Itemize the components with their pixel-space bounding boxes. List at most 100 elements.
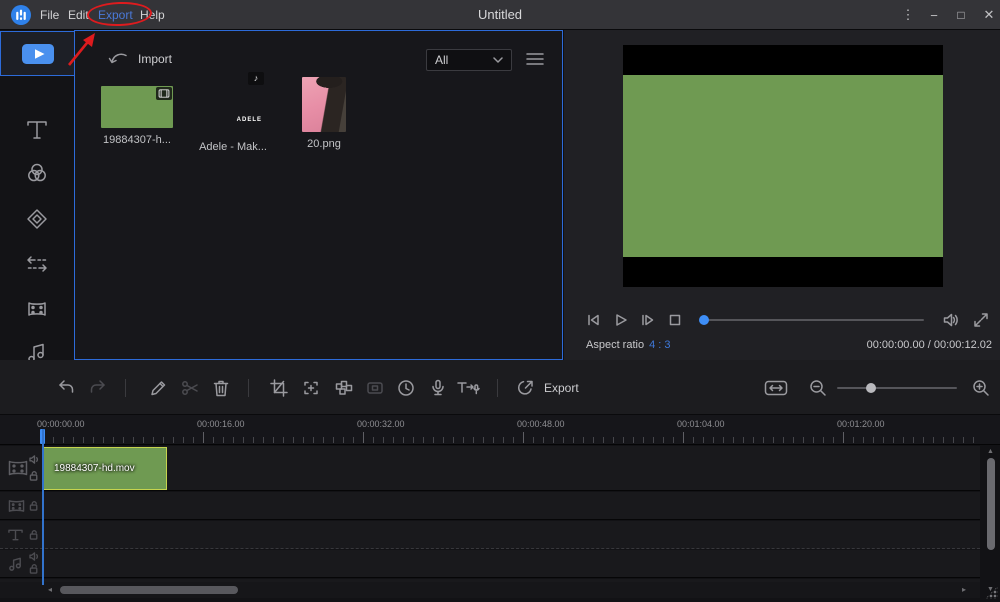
zoom-frame-button[interactable]	[298, 375, 324, 401]
vertical-scroll-thumb[interactable]	[987, 458, 995, 550]
voiceover-button[interactable]	[425, 375, 451, 401]
timeline-ruler[interactable]: 00:00:00.00 00:00:16.00 00:00:32.00 00:0…	[0, 415, 1000, 445]
next-frame-icon	[638, 311, 656, 329]
sidebar-tab-transitions[interactable]	[0, 242, 74, 286]
preview-canvas	[623, 45, 943, 287]
seek-handle[interactable]	[699, 315, 709, 325]
freeze-frame-icon	[365, 378, 385, 398]
zoom-in-button[interactable]	[968, 375, 994, 401]
media-item-audio[interactable]: ADELE ♪ Adele - Mak...	[201, 71, 265, 135]
minimize-button[interactable]: −	[925, 0, 943, 30]
lock-track-icon[interactable]	[29, 501, 40, 511]
playhead-line[interactable]	[42, 429, 44, 585]
play-icon	[611, 311, 629, 329]
timeline-zoom-handle[interactable]	[866, 383, 876, 393]
ruler-label: 00:00:16.00	[197, 419, 245, 429]
import-button[interactable]: Import	[107, 51, 172, 67]
mute-track-icon[interactable]	[29, 455, 40, 464]
undo-button[interactable]	[53, 375, 79, 401]
delete-button[interactable]	[208, 375, 234, 401]
menu-file[interactable]: File	[40, 8, 59, 22]
lock-track-icon[interactable]	[29, 471, 40, 481]
filters-icon	[24, 160, 50, 186]
ruler-label: 00:00:00.00	[37, 419, 85, 429]
fullscreen-button[interactable]	[970, 309, 992, 331]
elements-icon	[24, 296, 50, 322]
duration-button[interactable]	[393, 375, 419, 401]
media-item-image[interactable]: 20.png	[302, 77, 346, 132]
redo-button[interactable]	[85, 375, 111, 401]
video-editor-window: File Edit Export Help Untitled ⋮ − □ ✕	[0, 0, 1000, 602]
scroll-up-arrow[interactable]: ▲	[987, 448, 994, 455]
menu-help[interactable]: Help	[140, 8, 165, 22]
previous-frame-icon	[584, 311, 602, 329]
aspect-ratio-value[interactable]: 4 : 3	[649, 339, 670, 351]
text-to-speech-button[interactable]	[455, 375, 481, 401]
crop-button[interactable]	[266, 375, 292, 401]
toolbar-divider	[497, 379, 498, 397]
scroll-right-arrow[interactable]: ▸	[962, 585, 966, 594]
media-item-video[interactable]: 19884307-h...	[101, 86, 173, 128]
document-title: Untitled	[478, 7, 522, 22]
media-library-panel: Import All 19884307-h... ADELE ♪ Adele -…	[74, 30, 563, 360]
scroll-left-arrow[interactable]: ◂	[48, 585, 52, 594]
chevron-down-icon	[493, 57, 503, 63]
ruler-label: 00:01:04.00	[677, 419, 725, 429]
list-view-icon	[526, 52, 544, 66]
mosaic-icon	[334, 378, 354, 398]
stop-icon	[666, 311, 684, 329]
app-logo-icon	[11, 5, 31, 25]
freeze-frame-button[interactable]	[362, 375, 388, 401]
transport-controls	[564, 306, 1000, 336]
close-button[interactable]: ✕	[980, 0, 998, 30]
ruler-ticks-major	[43, 432, 980, 443]
sidebar-tab-elements[interactable]	[0, 287, 74, 331]
more-options-button[interactable]: ⋮	[900, 0, 916, 30]
zoom-in-icon	[971, 378, 991, 398]
microphone-icon	[428, 378, 448, 398]
zoom-out-icon	[808, 378, 828, 398]
aspect-ratio-label: Aspect ratio	[586, 339, 644, 351]
play-button[interactable]	[609, 309, 631, 331]
edit-clip-button[interactable]	[145, 375, 171, 401]
sidebar-tab-media[interactable]	[0, 31, 74, 76]
horizontal-scroll-thumb[interactable]	[60, 586, 238, 594]
stop-button[interactable]	[664, 309, 686, 331]
import-icon	[107, 51, 129, 67]
sidebar-tab-overlays[interactable]	[0, 197, 74, 241]
media-item-name: 19884307-h...	[103, 134, 171, 146]
previous-frame-button[interactable]	[582, 309, 604, 331]
pencil-icon	[148, 378, 168, 398]
import-label: Import	[138, 52, 172, 66]
menu-edit[interactable]: Edit	[68, 8, 89, 22]
next-frame-button[interactable]	[636, 309, 658, 331]
horizontal-scrollbar[interactable]: ◂ ▸	[0, 582, 980, 598]
sidebar	[0, 30, 74, 360]
text-track-icon	[7, 527, 24, 542]
track-music-header	[0, 550, 42, 577]
sidebar-tab-text[interactable]	[0, 108, 74, 152]
volume-button[interactable]	[940, 309, 962, 331]
lock-track-icon[interactable]	[29, 564, 40, 574]
toolbar-divider	[125, 379, 126, 397]
lock-track-icon[interactable]	[29, 530, 40, 540]
ruler-label: 00:00:48.00	[517, 419, 565, 429]
maximize-button[interactable]: □	[952, 0, 970, 30]
split-button[interactable]	[177, 375, 203, 401]
mute-track-icon[interactable]	[29, 552, 40, 561]
zoom-out-button[interactable]	[805, 375, 831, 401]
mosaic-button[interactable]	[331, 375, 357, 401]
scissors-icon	[180, 378, 200, 398]
timeline-zoom-slider[interactable]	[837, 387, 957, 389]
timeline-clip[interactable]: 19884307-hd.mov	[43, 447, 167, 490]
export-button[interactable]: Export	[515, 375, 579, 401]
text-to-speech-icon	[456, 378, 480, 398]
clip-name: 19884307-hd.mov	[54, 463, 135, 474]
fit-timeline-button[interactable]	[763, 375, 789, 401]
seek-slider[interactable]	[700, 319, 924, 321]
vertical-scrollbar[interactable]: ▲ ▼	[984, 446, 998, 598]
media-filter-dropdown[interactable]: All	[426, 49, 512, 71]
sidebar-tab-filters[interactable]	[0, 151, 74, 195]
list-view-button[interactable]	[526, 52, 544, 66]
menu-export[interactable]: Export	[98, 8, 133, 22]
